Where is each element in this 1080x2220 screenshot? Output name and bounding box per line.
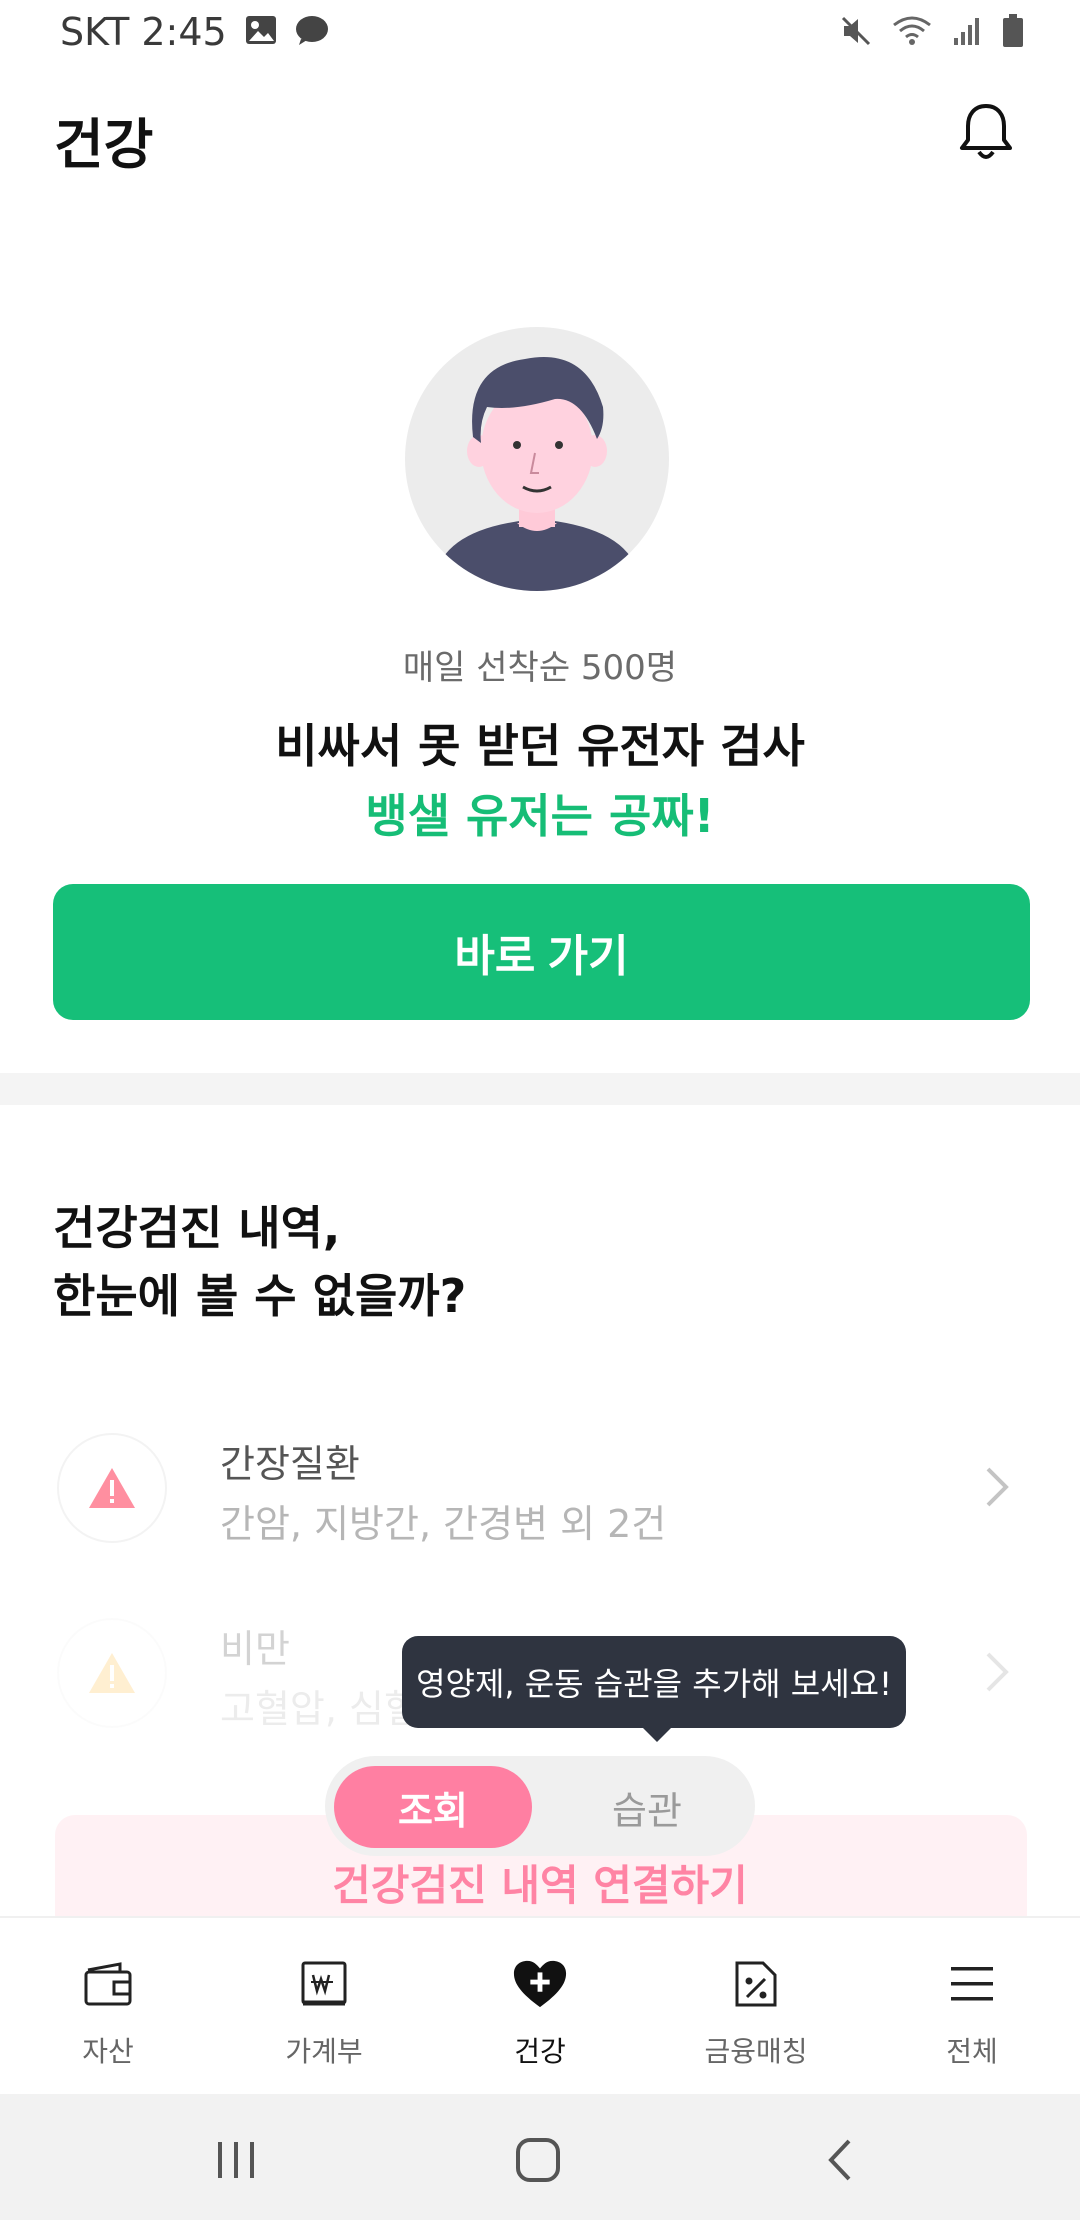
wallet-icon bbox=[80, 1956, 136, 2012]
messenger-icon bbox=[295, 10, 329, 54]
promo-subtitle: 매일 선착순 500명 bbox=[402, 648, 678, 688]
tooltip-tail bbox=[641, 1726, 673, 1742]
nav-label: 건강 bbox=[514, 2035, 566, 2068]
nav-item-assets[interactable]: 자산 bbox=[0, 1918, 216, 2094]
nav-item-ledger[interactable]: 가계부 bbox=[216, 1918, 432, 2094]
chevron-right-icon bbox=[982, 1465, 1012, 1509]
nav-item-finance-matching[interactable]: 금융매칭 bbox=[648, 1918, 864, 2094]
wifi-icon bbox=[892, 15, 932, 51]
avatar-illustration bbox=[405, 327, 669, 591]
view-toggle: 조회 습관 bbox=[325, 1756, 755, 1856]
app-header: 건강 bbox=[0, 90, 1080, 180]
promo-title: 비싸서 못 받던 유전자 검사 bbox=[275, 719, 805, 773]
disease-item-liver[interactable]: 간장질환 간암, 지방간, 간경변 외 2건 bbox=[53, 1415, 1028, 1565]
tab-lookup[interactable]: 조회 bbox=[334, 1766, 532, 1848]
image-icon bbox=[245, 10, 277, 54]
signal-icon bbox=[952, 16, 982, 50]
heart-plus-icon bbox=[512, 1956, 568, 2012]
ledger-book-icon bbox=[296, 1956, 352, 2012]
disease-desc: 간암, 지방간, 간경변 외 2건 bbox=[220, 1502, 667, 1546]
coupon-percent-icon bbox=[728, 1956, 784, 2012]
back-icon[interactable] bbox=[810, 2130, 870, 2190]
checkup-section-title: 건강검진 내역, 한눈에 볼 수 없을까? bbox=[53, 1194, 466, 1330]
nav-label: 자산 bbox=[82, 2035, 134, 2068]
bell-icon[interactable] bbox=[958, 100, 1014, 164]
disease-desc: 고혈압, 심혈 bbox=[220, 1687, 419, 1731]
mute-icon bbox=[840, 15, 872, 51]
home-icon[interactable] bbox=[508, 2130, 568, 2190]
connect-checkup-label[interactable]: 건강검진 내역 연결하기 bbox=[0, 1852, 1080, 1913]
nav-label: 전체 bbox=[946, 2035, 998, 2068]
disease-name: 간장질환 bbox=[220, 1442, 360, 1486]
warning-icon bbox=[57, 1618, 167, 1728]
nav-label: 금융매칭 bbox=[704, 2035, 808, 2068]
nav-item-menu[interactable]: 전체 bbox=[864, 1918, 1080, 2094]
bottom-nav: 자산 가계부 건강 금융매칭 전체 bbox=[0, 1916, 1080, 2094]
status-time: SKT 2:45 bbox=[60, 10, 227, 54]
chevron-right-icon bbox=[982, 1650, 1012, 1694]
promo-highlight: 뱅샐 유저는 공짜! bbox=[365, 789, 715, 843]
status-bar: SKT 2:45 bbox=[0, 0, 1080, 66]
habit-tooltip: 영양제, 운동 습관을 추가해 보세요! bbox=[402, 1636, 906, 1728]
battery-icon bbox=[1002, 14, 1024, 52]
section-divider bbox=[0, 1073, 1080, 1105]
checkup-title-line2: 한눈에 볼 수 없을까? bbox=[53, 1269, 467, 1323]
system-nav-bar bbox=[0, 2094, 1080, 2220]
warning-icon bbox=[57, 1433, 167, 1543]
go-button[interactable]: 바로 가기 bbox=[53, 884, 1030, 1020]
nav-item-health[interactable]: 건강 bbox=[432, 1918, 648, 2094]
tab-habit[interactable]: 습관 bbox=[548, 1766, 746, 1848]
page-title: 건강 bbox=[54, 113, 154, 176]
menu-icon bbox=[944, 1956, 1000, 2012]
nav-label: 가계부 bbox=[285, 2035, 363, 2068]
recent-apps-icon[interactable] bbox=[206, 2130, 266, 2190]
checkup-title-line1: 건강검진 내역, bbox=[53, 1201, 341, 1255]
disease-name: 비만 bbox=[220, 1627, 290, 1671]
